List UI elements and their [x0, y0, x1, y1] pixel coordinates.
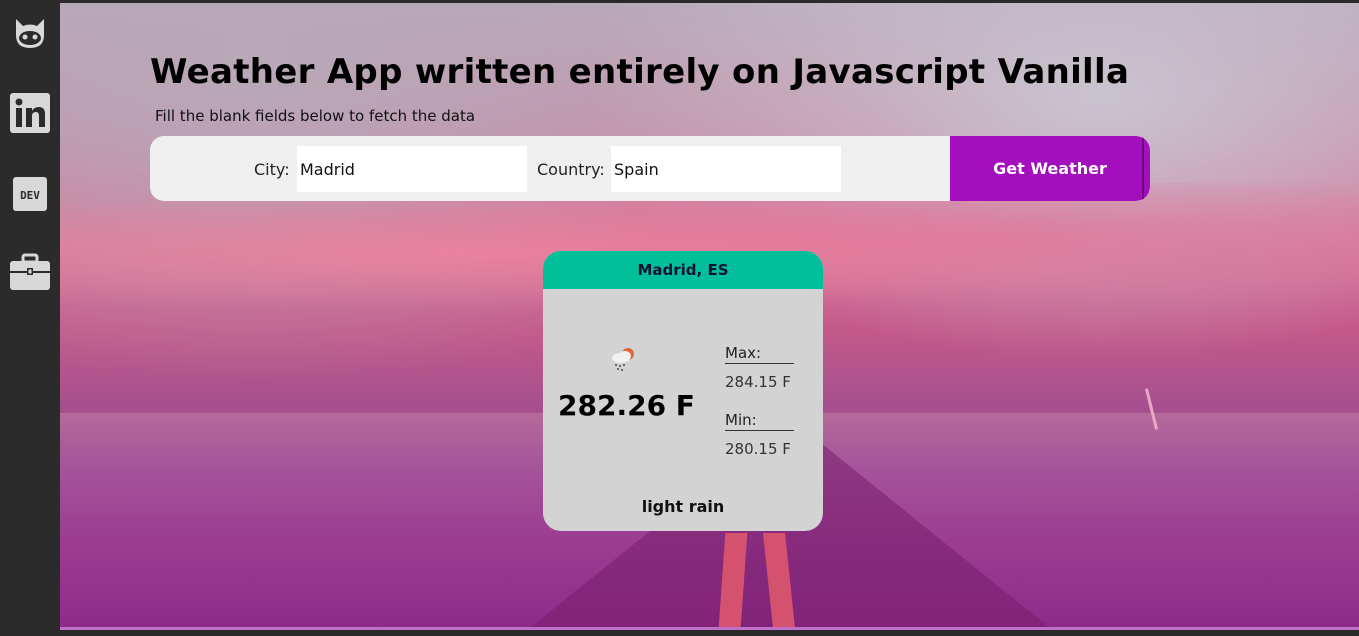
button-edge — [1142, 136, 1144, 201]
page-title: Weather App written entirely on Javascri… — [150, 52, 1130, 92]
country-label: Country: — [537, 160, 605, 179]
min-value: 280.15 F — [725, 440, 791, 458]
sidebar: DEV — [0, 0, 60, 636]
github-icon[interactable] — [10, 13, 50, 53]
weather-card: Madrid, ES 282.26 F Max: 284.15 F Min: 2… — [543, 251, 823, 531]
max-value: 284.15 F — [725, 373, 791, 391]
bottom-bar — [0, 630, 1359, 636]
current-temperature: 282.26 F — [558, 389, 695, 422]
search-form: City: Country: Get Weather — [150, 136, 1150, 201]
card-location: Madrid, ES — [543, 251, 823, 289]
city-label: City: — [254, 160, 290, 179]
linkedin-icon[interactable] — [10, 93, 50, 133]
dev-badge-text: DEV — [20, 189, 40, 202]
rain-cloud-sun-icon — [608, 344, 638, 374]
get-weather-button[interactable]: Get Weather — [950, 136, 1150, 201]
weather-description: light rain — [641, 497, 725, 516]
page-subtitle: Fill the blank fields below to fetch the… — [155, 107, 476, 125]
dev-icon[interactable]: DEV — [10, 174, 50, 214]
max-label: Max: — [725, 344, 794, 364]
min-label: Min: — [725, 411, 794, 431]
city-input[interactable] — [297, 146, 527, 192]
briefcase-icon[interactable] — [10, 252, 50, 292]
country-input[interactable] — [611, 146, 841, 192]
